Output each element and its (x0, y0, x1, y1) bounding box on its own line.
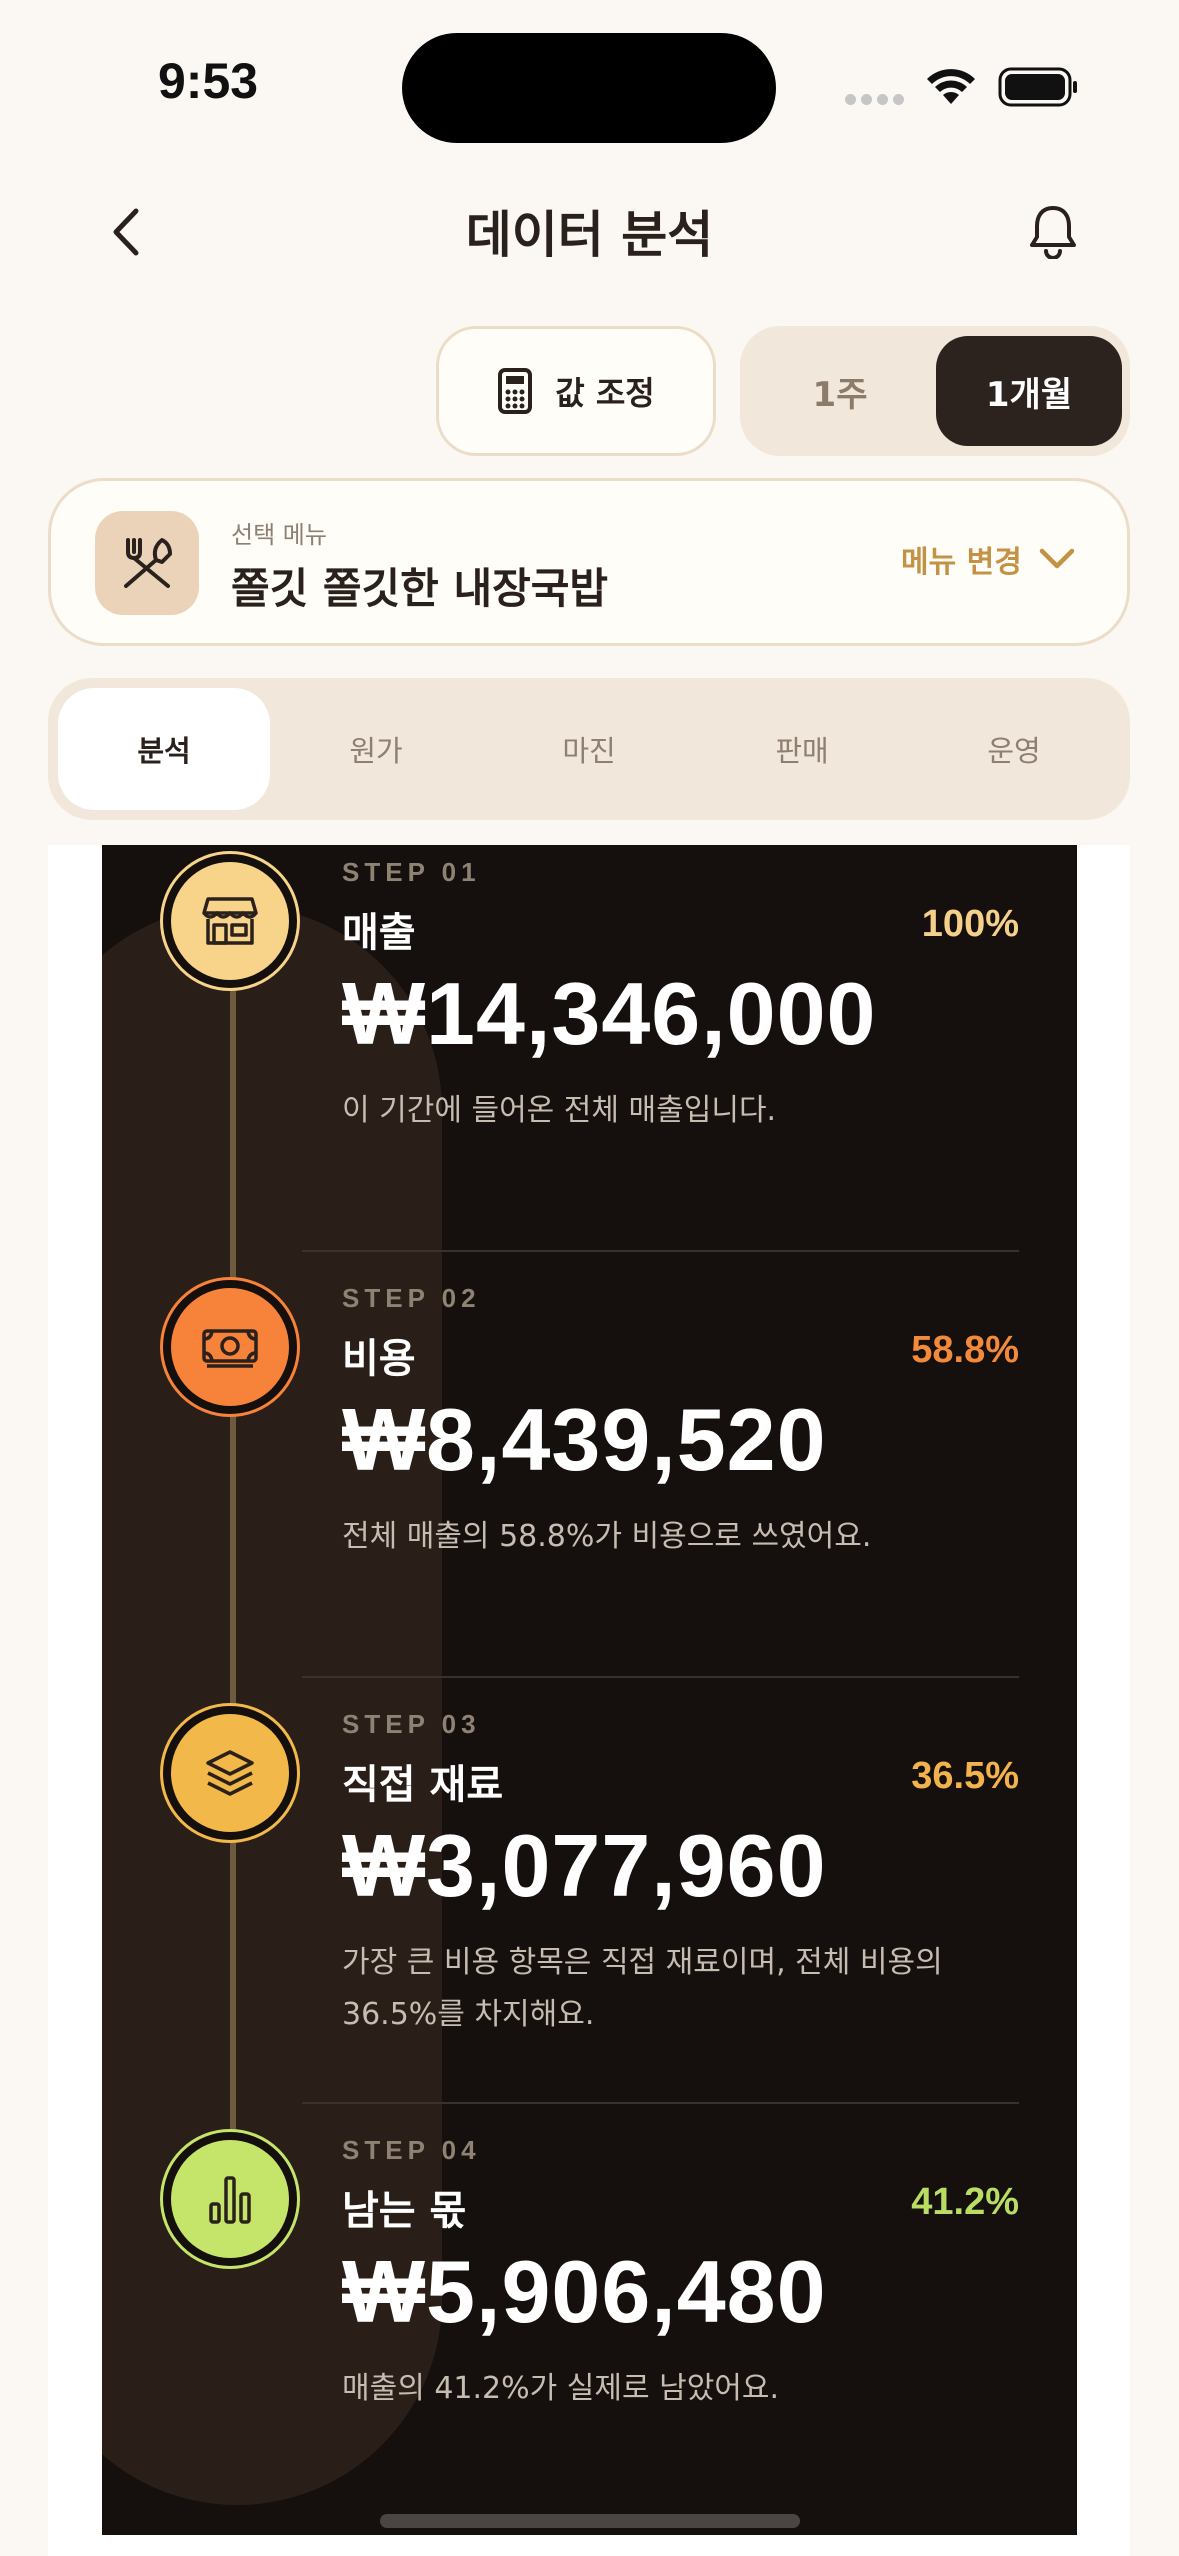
status-time: 9:53 (158, 53, 259, 109)
step-label: STEP 04 (342, 2135, 481, 2165)
tab-analysis[interactable]: 분석 (58, 688, 270, 810)
step-description: 가장 큰 비용 항목은 직접 재료이며, 전체 비용의 36.5%를 차지해요. (342, 1945, 943, 2032)
analysis-tabs: 분석 원가 마진 판매 운영 (48, 678, 1130, 820)
step-description: 전체 매출의 58.8%가 비용으로 쓰였어요. (342, 1519, 872, 1554)
top-nav: 데이터 분석 (0, 170, 1179, 280)
divider (302, 2102, 1019, 2104)
adjust-values-label: 값 조정 (555, 374, 655, 412)
period-toggle: 1주 1개월 (740, 326, 1130, 456)
step-title: 남는 몫 (342, 2188, 467, 2234)
step-description: 이 기간에 들어온 전체 매출입니다. (342, 1093, 777, 1128)
step-label: STEP 02 (342, 1283, 481, 1313)
battery-icon (998, 67, 1077, 107)
step-direct-materials: STEP 03 직접 재료 36.5% ₩3,077,960 가장 큰 비용 항… (102, 1697, 1077, 2123)
step-circle (160, 851, 300, 991)
step-label: STEP 03 (342, 1709, 481, 1739)
tab-sales[interactable]: 판매 (696, 688, 908, 810)
change-menu-label: 메뉴 변경 (901, 545, 1022, 580)
step-percent: 41.2% (911, 2181, 1019, 2223)
step-title: 비용 (342, 1336, 416, 1382)
dynamic-island (402, 33, 776, 143)
divider (302, 1676, 1019, 1678)
period-option-month[interactable]: 1개월 (936, 336, 1122, 446)
selected-menu-card: 선택 메뉴 쫄깃 쫄깃한 내장국밥 메뉴 변경 (48, 478, 1130, 646)
step-amount: ₩14,346,000 (342, 964, 877, 1063)
chevron-down-icon (1039, 548, 1075, 569)
divider (302, 1250, 1019, 1252)
step-remaining-share: STEP 04 남는 몫 41.2% ₩5,906,480 매출의 41.2%가… (102, 2123, 1077, 2535)
money-icon (202, 1329, 258, 1368)
step-label: STEP 01 (342, 857, 481, 887)
step-title: 직접 재료 (342, 1762, 504, 1808)
utensils-icon (124, 538, 172, 588)
page-title: 데이터 분석 (465, 206, 714, 264)
menu-caption: 선택 메뉴 (231, 521, 327, 549)
period-option-week[interactable]: 1주 (740, 336, 940, 446)
wifi-icon (927, 69, 975, 104)
layers-icon (206, 1750, 254, 1796)
signal-icon (845, 94, 904, 105)
change-menu-button[interactable]: 메뉴 변경 (901, 537, 1076, 581)
step-amount: ₩8,439,520 (342, 1390, 827, 1489)
home-indicator[interactable] (380, 2514, 800, 2528)
tab-operation[interactable]: 운영 (908, 688, 1120, 810)
step-circle (160, 1277, 300, 1417)
store-icon (202, 897, 258, 945)
step-circle (160, 1703, 300, 1843)
step-title: 매출 (342, 910, 416, 956)
status-bar: 9:53 (0, 0, 1179, 170)
step-percent: 36.5% (911, 1755, 1019, 1797)
step-circle (160, 2129, 300, 2269)
step-expenses: STEP 02 비용 58.8% ₩8,439,520 전체 매출의 58.8%… (102, 1271, 1077, 1697)
bell-icon (1030, 206, 1076, 259)
step-revenue: STEP 01 매출 100% ₩14,346,000 이 기간에 들어온 전체… (102, 845, 1077, 1271)
calculator-icon (498, 368, 533, 414)
step-description: 매출의 41.2%가 실제로 남았어요. (342, 2371, 780, 2406)
step-amount: ₩5,906,480 (342, 2242, 827, 2341)
notifications-button[interactable] (1020, 198, 1086, 264)
bar-chart-icon (209, 2176, 251, 2224)
step-percent: 100% (921, 903, 1019, 945)
step-percent: 58.8% (911, 1329, 1019, 1371)
tab-margin[interactable]: 마진 (483, 688, 695, 810)
step-amount: ₩3,077,960 (342, 1816, 827, 1915)
analysis-timeline-card: STEP 01 매출 100% ₩14,346,000 이 기간에 들어온 전체… (102, 845, 1077, 2535)
menu-icon-box (95, 511, 199, 615)
menu-name: 쫄깃 쫄깃한 내장국밥 (231, 564, 609, 613)
adjust-values-button[interactable]: 값 조정 (436, 326, 716, 456)
tab-cost[interactable]: 원가 (270, 688, 482, 810)
